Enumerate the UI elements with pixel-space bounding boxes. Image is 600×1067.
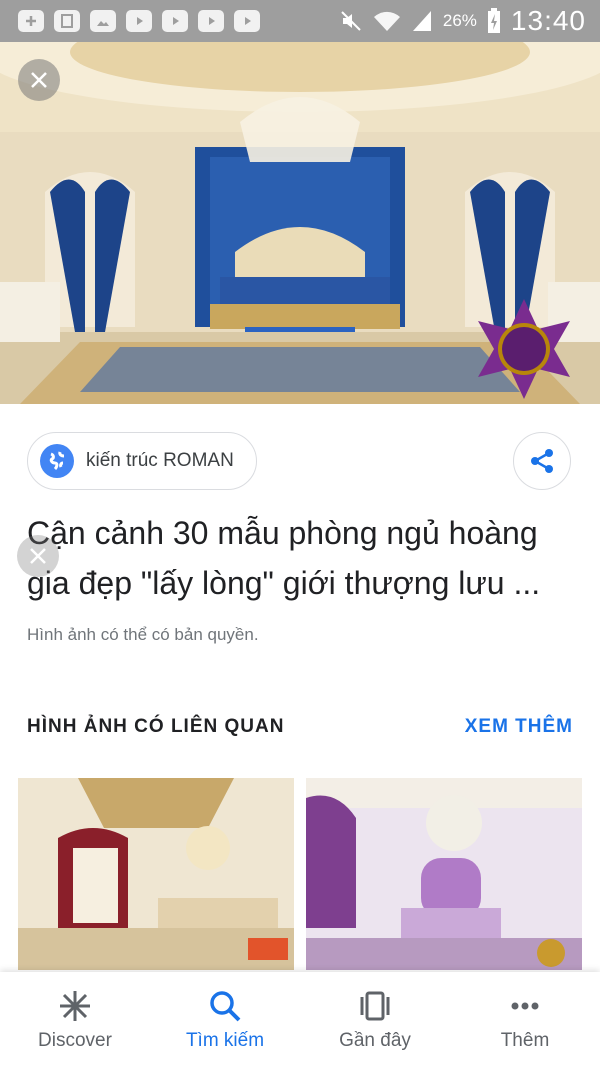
nav-label: Tìm kiếm xyxy=(185,1029,265,1051)
asterisk-icon xyxy=(60,990,90,1021)
nav-label: Thêm xyxy=(500,1029,550,1051)
nav-recent[interactable]: Gần đây xyxy=(300,972,450,1067)
battery-percent: 26% xyxy=(442,11,477,30)
nav-label: Discover xyxy=(38,1029,112,1051)
image-icon xyxy=(90,10,116,32)
result-image[interactable] xyxy=(0,42,600,404)
copyright-notice: Hình ảnh có thể có bản quyền. xyxy=(27,625,259,644)
sim-icon xyxy=(54,10,80,32)
clock: 13:40 xyxy=(510,5,586,36)
youtube-icon xyxy=(126,10,152,32)
search-icon xyxy=(210,990,241,1021)
mute-icon xyxy=(341,11,361,31)
nav-label: Gần đây xyxy=(339,1029,411,1051)
status-bar: 26% 13:40 xyxy=(0,0,600,42)
related-thumbnail[interactable] xyxy=(18,778,294,970)
share-icon xyxy=(531,449,553,473)
nav-more[interactable]: Thêm xyxy=(450,972,600,1067)
close-icon xyxy=(31,72,47,88)
close-icon xyxy=(30,548,46,564)
related-heading: HÌNH ẢNH CÓ LIÊN QUAN xyxy=(27,716,285,737)
nav-search[interactable]: Tìm kiếm xyxy=(150,972,300,1067)
source-chip[interactable]: kiến trúc ROMAN xyxy=(27,432,257,490)
close-button[interactable] xyxy=(18,59,60,101)
more-dots-icon xyxy=(511,1002,539,1009)
signal-icon xyxy=(412,11,431,31)
share-button[interactable] xyxy=(513,432,571,490)
youtube-icon xyxy=(162,10,188,32)
bottom-navigation: Discover Tìm kiếm Gần đây Thêm xyxy=(0,972,600,1067)
add-icon xyxy=(18,10,44,32)
wifi-icon xyxy=(373,11,400,31)
youtube-icon xyxy=(198,10,224,32)
youtube-icon xyxy=(234,10,260,32)
floating-close-button[interactable] xyxy=(17,535,59,577)
globe-icon xyxy=(40,444,74,478)
see-more-link[interactable]: XEM THÊM xyxy=(465,716,573,738)
related-thumbnail[interactable] xyxy=(306,778,582,970)
recent-cards-icon xyxy=(360,991,390,1020)
source-label: kiến trúc ROMAN xyxy=(86,450,234,471)
nav-discover[interactable]: Discover xyxy=(0,972,150,1067)
result-title[interactable]: Cận cảnh 30 mẫu phòng ngủ hoàng gia đẹp … xyxy=(27,508,577,608)
notification-icons xyxy=(0,10,260,32)
battery-charging-icon xyxy=(487,8,500,33)
